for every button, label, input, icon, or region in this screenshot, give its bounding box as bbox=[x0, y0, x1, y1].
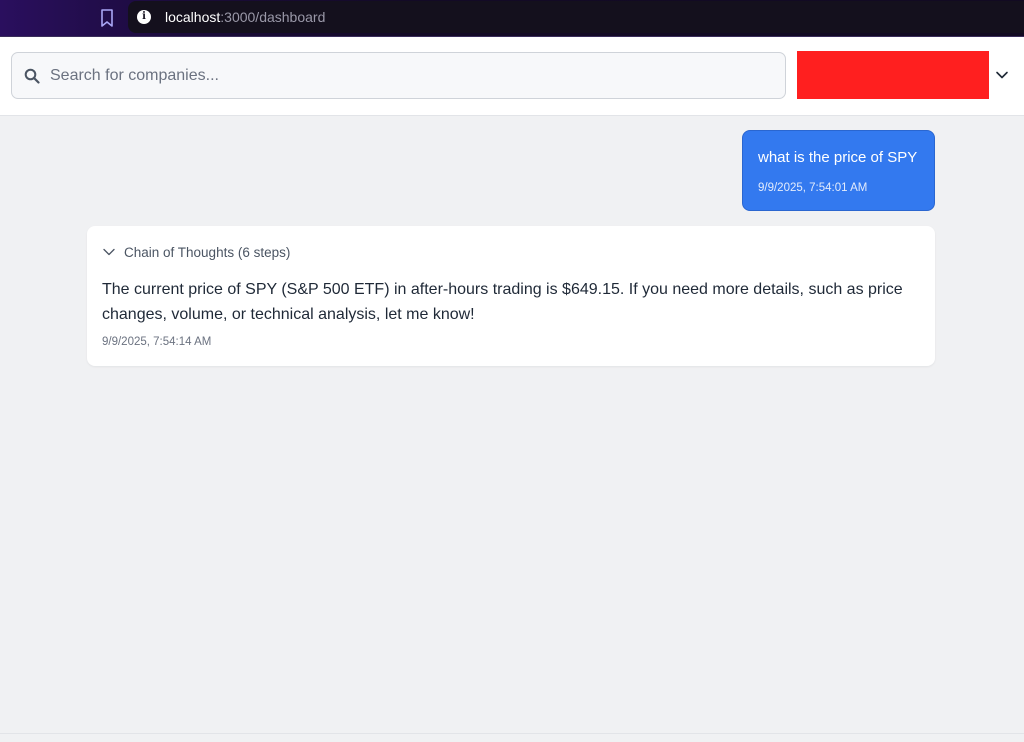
browser-toolbar: i localhost:3000/dashboard bbox=[0, 0, 1024, 37]
search-input[interactable] bbox=[50, 53, 770, 98]
account-selector[interactable] bbox=[797, 51, 989, 99]
bookmark-icon[interactable] bbox=[99, 8, 115, 28]
url-host: localhost bbox=[165, 9, 221, 25]
chevron-down-icon[interactable] bbox=[994, 68, 1010, 82]
chain-of-thoughts-label: Chain of Thoughts (6 steps) bbox=[124, 244, 291, 260]
assistant-message-card: Chain of Thoughts (6 steps) The current … bbox=[87, 226, 935, 366]
user-message-text: what is the price of SPY bbox=[758, 149, 918, 166]
user-message-bubble: what is the price of SPY 9/9/2025, 7:54:… bbox=[742, 130, 935, 211]
user-message-timestamp: 9/9/2025, 7:54:01 AM bbox=[758, 182, 868, 194]
app-header bbox=[0, 37, 1024, 116]
assistant-message-text: The current price of SPY (S&P 500 ETF) i… bbox=[102, 281, 903, 323]
bottom-divider bbox=[0, 733, 1024, 734]
chevron-down-icon bbox=[103, 248, 115, 256]
search-icon bbox=[24, 68, 40, 84]
chain-of-thoughts-toggle[interactable]: Chain of Thoughts (6 steps) bbox=[103, 243, 290, 261]
info-icon[interactable]: i bbox=[137, 10, 151, 24]
url-text[interactable]: localhost:3000/dashboard bbox=[165, 8, 325, 26]
search-box[interactable] bbox=[11, 52, 786, 99]
url-path: :3000/dashboard bbox=[220, 9, 326, 25]
assistant-message-timestamp: 9/9/2025, 7:54:14 AM bbox=[102, 336, 212, 348]
